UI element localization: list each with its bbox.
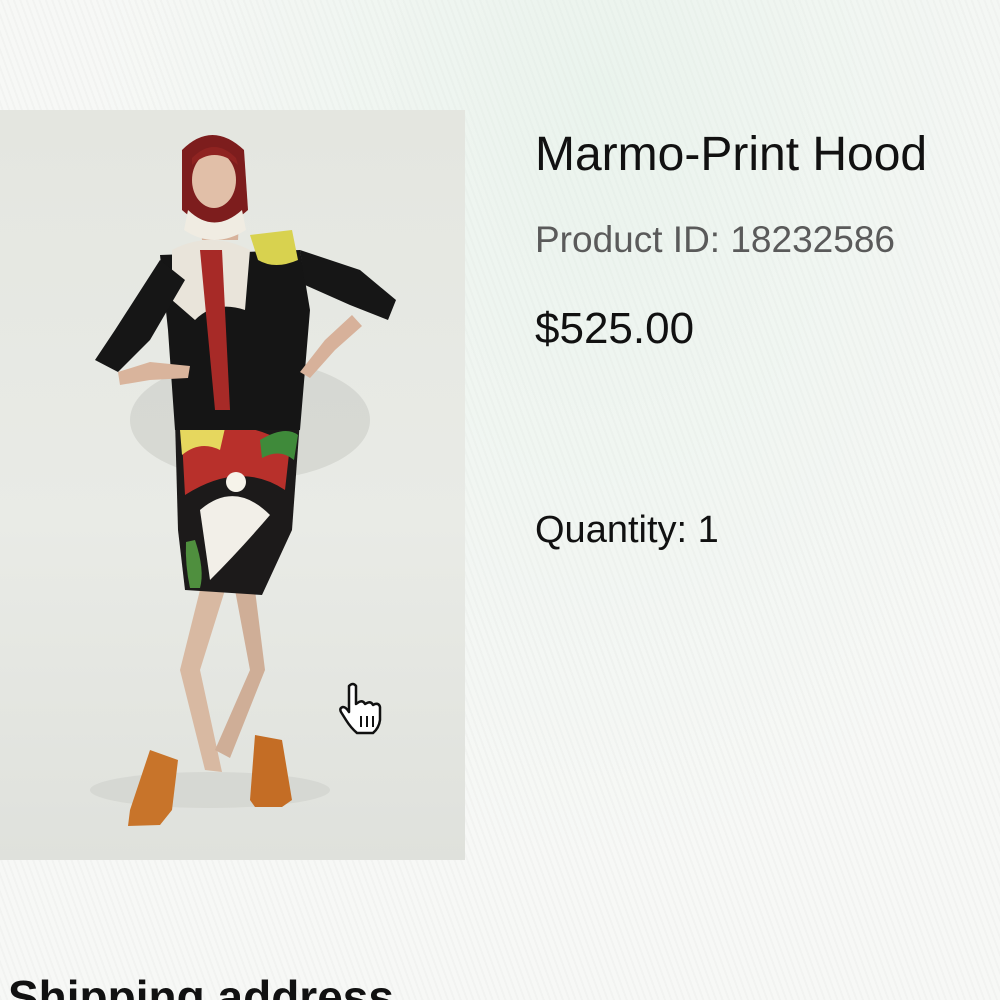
product-photo-icon [90, 135, 396, 826]
quantity-label: Quantity: 1 [535, 509, 719, 551]
shipping-address-heading: Shipping address [8, 971, 394, 1000]
product-title: Marmo-Print Hood [535, 128, 928, 181]
product-info: Marmo-Print Hood Product ID: 18232586 $5… [535, 120, 1000, 556]
hand-pointer-icon [337, 682, 387, 736]
product-image[interactable] [0, 110, 465, 860]
product-price: $525.00 [535, 304, 695, 353]
product-id: Product ID: 18232586 [535, 219, 895, 260]
